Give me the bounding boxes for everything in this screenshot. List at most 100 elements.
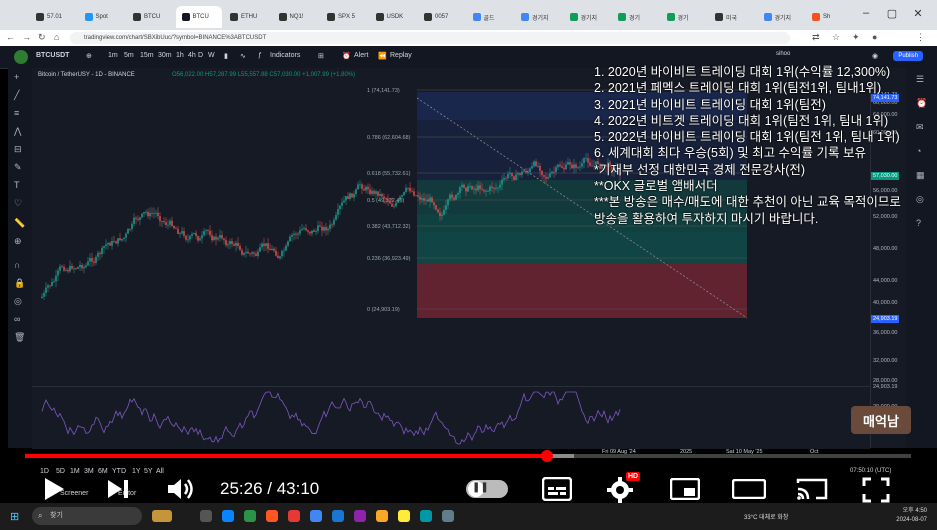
interval-button[interactable]: 4h [188, 52, 196, 59]
crosshair-icon[interactable]: + [14, 72, 19, 82]
progress-scrubber[interactable] [540, 450, 553, 462]
forecast-icon[interactable]: ⊟ [14, 144, 22, 155]
bar-style-icon[interactable]: ▮ [224, 52, 228, 60]
browser-tab[interactable]: 골드 [467, 6, 513, 28]
autoplay-toggle[interactable]: ❚❚ [466, 480, 508, 498]
browser-tab[interactable]: Spot [79, 6, 125, 28]
app-icon-teal[interactable] [420, 510, 432, 522]
indicators-button[interactable]: Indicators [270, 52, 300, 59]
browser-tab[interactable]: 0057 [418, 6, 464, 28]
app-icon-green[interactable] [244, 510, 256, 522]
app-icon-purple[interactable] [354, 510, 366, 522]
interval-button[interactable]: 1h [176, 52, 184, 59]
windows-start-icon[interactable]: ⊞ [10, 510, 19, 523]
alert-button[interactable]: Alert [354, 52, 368, 59]
compare-icon[interactable]: ⊕ [86, 52, 92, 60]
interval-button[interactable]: 5m [124, 52, 134, 59]
avatar[interactable] [14, 50, 28, 64]
timeframe-button[interactable]: 3M [84, 468, 94, 475]
taskbar-search[interactable]: ⌕ 찾기 [32, 507, 142, 525]
interval-button[interactable]: 30m [158, 52, 172, 59]
symbol-search-button[interactable]: BTCUSDT [36, 52, 69, 59]
replay-icon[interactable]: ⏪ [378, 52, 387, 60]
subtitles-icon[interactable] [542, 477, 572, 501]
play-icon[interactable] [42, 476, 66, 502]
lock-icon[interactable]: 🔒 [14, 278, 25, 289]
heart-icon[interactable]: ♡ [14, 198, 22, 209]
interval-button[interactable]: 15m [140, 52, 154, 59]
taskbar-clock[interactable]: 오후 4:50 2024-08-07 [896, 507, 927, 525]
browser-tab[interactable]: 경기지 [758, 6, 804, 28]
browser-tab[interactable]: USDK [370, 6, 416, 28]
firefox-icon[interactable] [266, 510, 278, 522]
weather-widget[interactable]: 33°C 대체로 화창 [744, 512, 788, 521]
miniplayer-icon[interactable] [670, 478, 700, 500]
interval-button[interactable]: W [208, 52, 215, 59]
replay-button[interactable]: Replay [390, 52, 412, 59]
rsi-pane[interactable] [32, 386, 870, 449]
url-field[interactable]: tradingview.com/chart/SBXibUuc/?symbol=B… [70, 32, 790, 44]
camera-icon[interactable]: ◉ [872, 52, 878, 60]
app-icon-grey[interactable] [442, 510, 454, 522]
app-icon-blue[interactable] [332, 510, 344, 522]
browser-tab[interactable]: NQ1! [273, 6, 319, 28]
timeframe-button[interactable]: 1M [70, 468, 80, 475]
browser-tab[interactable]: 경기지 [564, 6, 610, 28]
pattern-icon[interactable]: ⋀ [14, 126, 21, 137]
menu-kebab-icon[interactable]: ⋮ [916, 32, 925, 43]
trendline-icon[interactable]: ╱ [14, 90, 19, 101]
hide-drawings-icon[interactable]: ◎ [14, 296, 22, 307]
timeframe-button[interactable]: All [156, 468, 164, 475]
close-window-icon[interactable]: ✕ [910, 7, 926, 20]
browser-tab[interactable]: 경기 [661, 6, 707, 28]
profile-icon[interactable]: ● [872, 32, 877, 42]
reload-icon[interactable]: ↻ [38, 32, 46, 43]
translate-icon[interactable]: ⇄ [812, 32, 820, 43]
fullscreen-icon[interactable] [862, 477, 890, 503]
chrome-icon[interactable] [310, 510, 322, 522]
extensions-icon[interactable]: ✦ [852, 32, 860, 43]
interval-button[interactable]: D [198, 52, 203, 59]
cast-icon[interactable] [796, 477, 828, 501]
ruler-icon[interactable]: 📏 [14, 218, 25, 229]
kakaotalk-icon[interactable] [398, 510, 410, 522]
timeframe-button[interactable]: 5D [56, 468, 65, 475]
browser-tab[interactable]: 경기 [612, 6, 658, 28]
edge-icon[interactable] [222, 510, 234, 522]
link-icon[interactable]: ∞ [14, 314, 20, 324]
indicators-icon[interactable]: ƒ [258, 52, 262, 59]
volume-icon[interactable] [166, 476, 196, 502]
youtube-app-icon[interactable] [288, 510, 300, 522]
fib-tool-icon[interactable]: ≡ [14, 108, 19, 118]
user-name[interactable]: sihoo [776, 51, 790, 57]
next-icon[interactable] [106, 478, 130, 500]
task-view-icon[interactable] [200, 510, 212, 522]
video-progress-bar[interactable] [25, 450, 911, 462]
maximize-icon[interactable]: ▢ [884, 7, 900, 20]
timeframe-button[interactable]: 5Y [144, 468, 153, 475]
minimize-icon[interactable]: – [858, 7, 874, 19]
timeframe-button[interactable]: 1Y [132, 468, 141, 475]
brush-icon[interactable]: ✎ [14, 162, 22, 173]
home-icon[interactable]: ⌂ [54, 32, 59, 42]
interval-button[interactable]: 1m [108, 52, 118, 59]
timeframe-button[interactable]: 6M [98, 468, 108, 475]
alert-icon[interactable]: ⏰ [342, 52, 351, 60]
timeframe-button[interactable]: YTD [112, 468, 126, 475]
back-icon[interactable]: ← [6, 32, 15, 42]
browser-tab[interactable]: ETHU [224, 6, 270, 28]
browser-tab[interactable]: Sh [806, 6, 852, 28]
zoom-in-icon[interactable]: ⊕ [14, 236, 22, 247]
trash-icon[interactable]: 🗑 [14, 332, 25, 343]
browser-tab[interactable]: SPX 5 [321, 6, 367, 28]
browser-tab[interactable]: BTCU [127, 6, 173, 28]
browser-tab[interactable]: 경기지 [515, 6, 561, 28]
text-tool-icon[interactable]: T [14, 180, 20, 190]
theater-mode-icon[interactable] [732, 479, 766, 499]
timeframe-button[interactable]: 1D [40, 468, 49, 475]
folder-icon[interactable] [376, 510, 388, 522]
magnet-icon[interactable]: ∩ [14, 260, 20, 270]
forward-icon[interactable]: → [22, 32, 31, 42]
publish-button[interactable]: Publish [893, 51, 923, 61]
browser-tab[interactable]: 미국 [709, 6, 755, 28]
